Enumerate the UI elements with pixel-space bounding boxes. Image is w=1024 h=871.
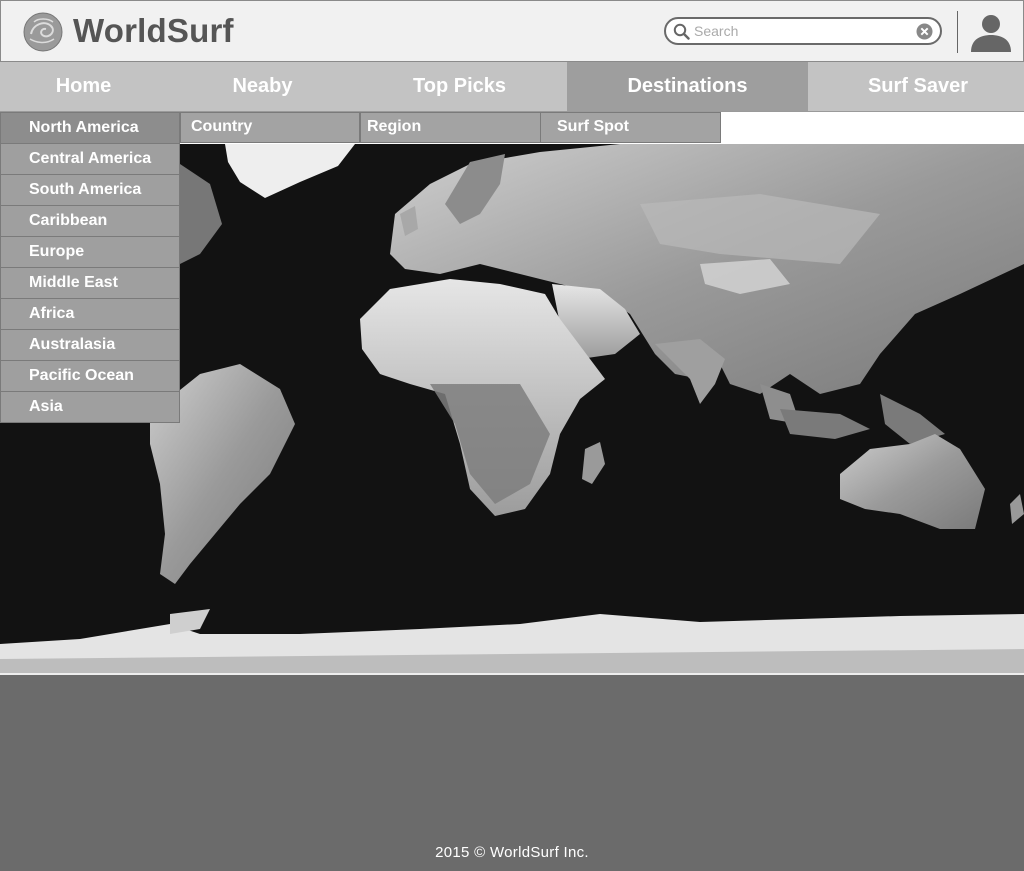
region-europe[interactable]: Europe bbox=[0, 237, 180, 268]
region-central-america[interactable]: Central America bbox=[0, 144, 180, 175]
region-north-america[interactable]: North America bbox=[0, 112, 180, 144]
nav-home[interactable]: Home bbox=[0, 62, 167, 111]
region-pacific-ocean[interactable]: Pacific Ocean bbox=[0, 361, 180, 392]
column-country[interactable]: Country bbox=[180, 112, 360, 143]
region-south-america[interactable]: South America bbox=[0, 175, 180, 206]
region-australasia[interactable]: Australasia bbox=[0, 330, 180, 361]
region-africa[interactable]: Africa bbox=[0, 299, 180, 330]
nav-destinations[interactable]: Destinations bbox=[567, 62, 808, 111]
clear-search-icon[interactable] bbox=[916, 23, 933, 40]
region-middle-east[interactable]: Middle East bbox=[0, 268, 180, 299]
search-icon bbox=[673, 23, 690, 40]
region-caribbean[interactable]: Caribbean bbox=[0, 206, 180, 237]
destinations-dropdown: North America Central America South Amer… bbox=[0, 112, 180, 423]
brand-name[interactable]: WorldSurf bbox=[73, 12, 234, 50]
footer: 2015 © WorldSurf Inc. bbox=[0, 675, 1024, 871]
region-asia[interactable]: Asia bbox=[0, 392, 180, 423]
column-region[interactable]: Region bbox=[360, 112, 541, 143]
logo-icon[interactable] bbox=[23, 12, 63, 52]
footer-copyright: 2015 © WorldSurf Inc. bbox=[435, 844, 589, 861]
header-divider bbox=[957, 11, 958, 53]
nav-surf-saver[interactable]: Surf Saver bbox=[812, 62, 1024, 111]
user-avatar-icon[interactable] bbox=[969, 12, 1013, 52]
nav-top-picks[interactable]: Top Picks bbox=[358, 62, 561, 111]
header: WorldSurf bbox=[0, 0, 1024, 62]
search-box[interactable] bbox=[664, 17, 942, 45]
column-surf-spot[interactable]: Surf Spot bbox=[540, 112, 721, 143]
main-nav: Home Neaby Top Picks Destinations Surf S… bbox=[0, 62, 1024, 112]
nav-nearby[interactable]: Neaby bbox=[167, 62, 358, 111]
search-input[interactable] bbox=[694, 22, 904, 40]
